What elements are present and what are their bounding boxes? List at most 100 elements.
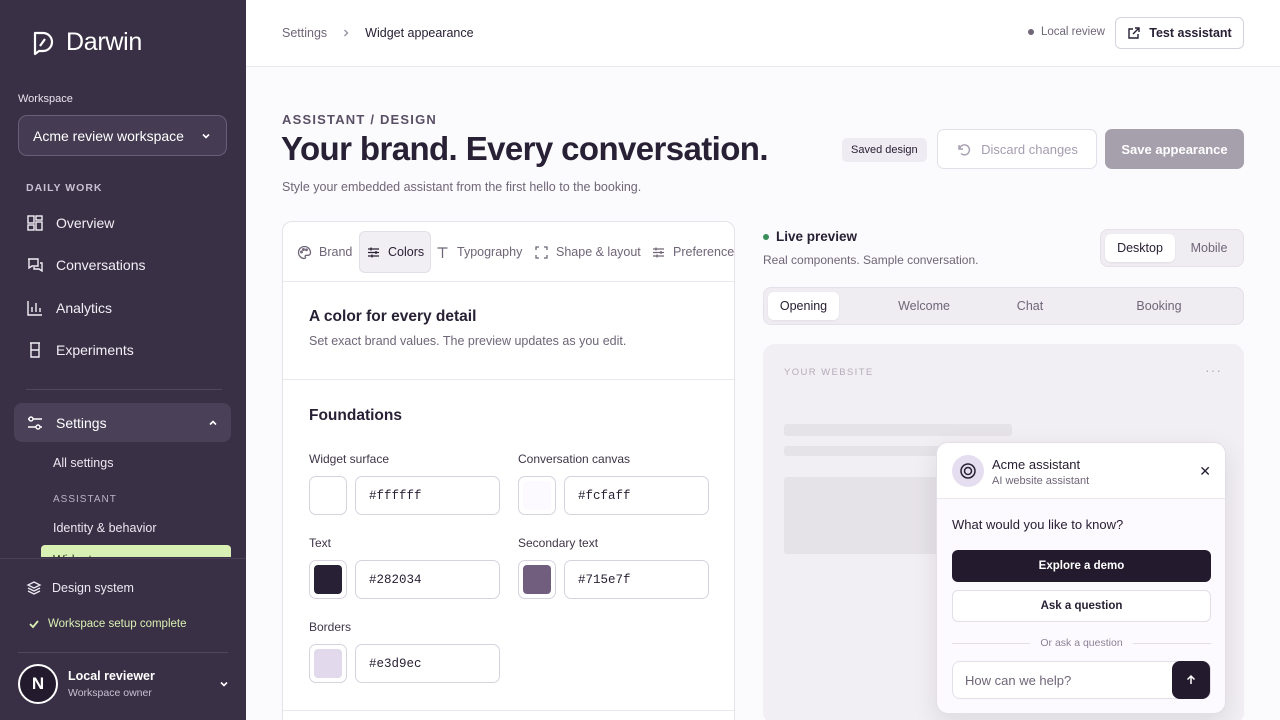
tab-brand-label: Brand: [319, 245, 353, 259]
undo-icon: [958, 143, 971, 156]
text-hex-input[interactable]: #282034: [355, 560, 500, 599]
more-icon: ···: [1205, 362, 1222, 378]
save-appearance-button[interactable]: Save appearance: [1105, 129, 1244, 169]
tab-colors[interactable]: Colors: [359, 231, 432, 273]
sidebar-footer-divider: [0, 558, 246, 559]
check-icon: [29, 620, 39, 629]
workspace-select[interactable]: Acme review workspace: [18, 115, 227, 156]
widget-header: Acme assistant AI website assistant ✕: [937, 443, 1225, 499]
tab-shape-layout[interactable]: Shape & layout: [528, 231, 647, 273]
nav-experiments-label: Experiments: [56, 342, 134, 358]
website-label: YOUR WEBSITE: [784, 367, 874, 378]
tab-typography[interactable]: Typography: [429, 231, 528, 273]
explore-demo-button[interactable]: Explore a demo: [952, 550, 1211, 582]
nav-identity-behavior[interactable]: Identity & behavior: [53, 521, 157, 535]
type-icon: [437, 246, 448, 258]
tab-shape-layout-label: Shape & layout: [556, 245, 641, 259]
close-icon[interactable]: ✕: [1199, 463, 1211, 480]
nav-analytics-label: Analytics: [56, 300, 113, 316]
step-welcome[interactable]: Welcome: [885, 292, 963, 320]
step-opening[interactable]: Opening: [768, 292, 839, 320]
nav-widget-appearance[interactable]: Widget: [41, 545, 231, 557]
local-review-status: Local review: [1028, 26, 1105, 38]
palette-icon: [297, 245, 312, 259]
live-preview-title: Live preview: [763, 229, 857, 244]
widget-title: Acme assistant: [992, 457, 1081, 472]
colors-heading: A color for every detail: [309, 308, 477, 325]
user-info: Local reviewer Workspace owner: [68, 669, 155, 699]
text-swatch[interactable]: [309, 560, 347, 599]
chat-bubbles-icon: [28, 258, 43, 273]
editor-panel: Brand Colors Typography Shape & layout P…: [282, 221, 735, 720]
live-preview-label: Live preview: [776, 229, 858, 244]
skeleton-line: [784, 424, 1012, 436]
surface-hex-input[interactable]: #ffffff: [355, 476, 500, 515]
canvas-hex-input[interactable]: #fcfaff: [564, 476, 709, 515]
section-assistant: ASSISTANT: [53, 494, 117, 505]
foundations-heading: Foundations: [309, 407, 402, 424]
nav-design-system[interactable]: Design system: [26, 580, 134, 596]
nav-analytics[interactable]: Analytics: [26, 299, 112, 317]
borders-swatch-color: [314, 649, 342, 678]
nav-conversations[interactable]: Conversations: [26, 256, 146, 274]
borders-label: Borders: [309, 620, 352, 634]
surface-swatch-color: [314, 481, 342, 510]
discard-changes-button[interactable]: Discard changes: [937, 129, 1097, 169]
setup-status: Workspace setup complete: [28, 618, 187, 630]
sidebar: Darwin Workspace Acme review workspace D…: [0, 0, 246, 720]
darwin-logo-icon: [33, 31, 54, 55]
sliders-icon: [28, 415, 42, 430]
canvas-swatch-color: [523, 481, 551, 510]
page-title: Your brand. Every conversation.: [281, 130, 769, 167]
local-review-label: Local review: [1041, 26, 1105, 38]
chat-widget: Acme assistant AI website assistant ✕ Wh…: [936, 442, 1226, 714]
text-label: Text: [309, 536, 332, 550]
borders-swatch[interactable]: [309, 644, 347, 683]
arrow-up-icon: [1186, 674, 1196, 684]
brand[interactable]: Darwin: [30, 28, 142, 57]
step-booking[interactable]: Booking: [1119, 292, 1199, 320]
user-role: Workspace owner: [68, 687, 152, 699]
text-swatch-color: [314, 565, 342, 594]
nav-overview[interactable]: Overview: [26, 214, 114, 232]
tab-preferences[interactable]: Preferences: [645, 231, 734, 273]
tab-brand[interactable]: Brand: [291, 231, 358, 273]
or-divider: Or ask a question: [952, 637, 1212, 649]
divider-line: [1132, 642, 1212, 644]
device-mobile[interactable]: Mobile: [1177, 234, 1241, 262]
breadcrumb: Settings Widget appearance: [282, 26, 474, 40]
chevron-right-icon: [344, 29, 349, 37]
ask-question-button[interactable]: Ask a question: [952, 590, 1211, 622]
widget-question: What would you like to know?: [952, 517, 1124, 532]
chevron-down-icon: [202, 133, 210, 139]
discard-changes-label: Discard changes: [981, 141, 1078, 157]
device-toggle: Desktop Mobile: [1100, 229, 1244, 267]
surface-swatch[interactable]: [309, 476, 347, 515]
bar-chart-icon: [27, 301, 42, 316]
nav-widget-appearance-label: Widget: [41, 545, 231, 557]
secondary-hex-input[interactable]: #715e7f: [564, 560, 709, 599]
avatar: N: [18, 664, 58, 704]
brand-name: Darwin: [66, 28, 142, 56]
device-desktop[interactable]: Desktop: [1105, 234, 1175, 262]
borders-hex-input[interactable]: #e3d9ec: [355, 644, 500, 683]
or-label: Or ask a question: [1040, 637, 1123, 649]
assistant-logo-icon: [960, 463, 976, 479]
tab-colors-label: Colors: [388, 245, 425, 259]
user-name: Local reviewer: [68, 669, 155, 683]
skeleton-block: [784, 477, 944, 554]
nav-settings[interactable]: Settings: [14, 403, 231, 442]
step-chat[interactable]: Chat: [999, 292, 1061, 320]
user-menu[interactable]: N Local reviewer Workspace owner: [18, 662, 230, 706]
chevron-down-icon: [220, 681, 228, 687]
nav-experiments[interactable]: Experiments: [26, 341, 134, 359]
breadcrumb-settings[interactable]: Settings: [282, 26, 327, 40]
live-preview-subtitle: Real components. Sample conversation.: [763, 253, 979, 267]
secondary-swatch[interactable]: [518, 560, 556, 599]
canvas-swatch[interactable]: [518, 476, 556, 515]
skeleton-line: [784, 446, 944, 456]
test-assistant-button[interactable]: Test assistant: [1115, 17, 1244, 49]
nav-all-settings[interactable]: All settings: [53, 456, 113, 470]
flask-icon: [30, 342, 40, 358]
send-button[interactable]: [1172, 661, 1210, 699]
